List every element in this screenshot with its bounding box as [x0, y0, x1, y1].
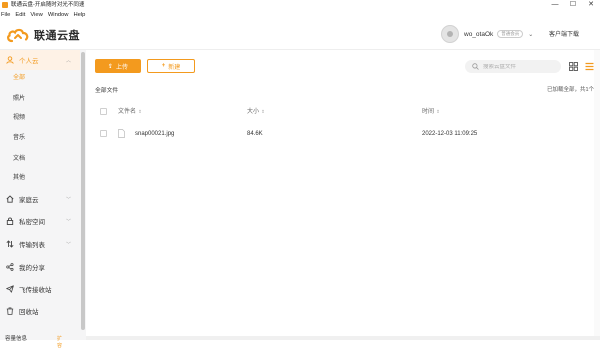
chevron-down-icon[interactable]: ﹀ [66, 218, 71, 225]
sidebar-item-label: 传输列表 [19, 242, 45, 249]
sidebar-item-label: 飞传接收站 [19, 287, 52, 294]
sort-icon: ⇕ [261, 109, 265, 114]
person-icon [5, 55, 15, 65]
brand-name: 联通云盘 [34, 30, 80, 42]
column-header-label: 时间 [422, 109, 435, 115]
sidebar-subitem-other[interactable]: 其他 [13, 173, 25, 183]
vip-badge: 普通会员 [497, 30, 524, 38]
app-icon [2, 2, 8, 8]
column-header-label: 大小 [247, 109, 260, 115]
menu-help[interactable]: Help [73, 10, 85, 20]
upload-button[interactable]: ⇪ 上传 [95, 59, 141, 73]
grid-view-icon[interactable] [569, 62, 578, 71]
home-icon [5, 194, 15, 204]
sidebar-item-fly-transfer[interactable]: 飞传接收站 [0, 279, 80, 299]
cloud-logo-icon [7, 28, 29, 43]
chevron-up-icon[interactable]: ︿ [66, 57, 71, 64]
table-row[interactable]: snap00021.jpg 84.6K 2022-12-03 11:09:25 [90, 127, 600, 141]
trash-icon [5, 306, 15, 316]
quota-label: 容量信息 [5, 336, 28, 342]
plus-icon: + [161, 63, 166, 69]
table-header: 文件名 ⇕ 大小 ⇕ 时间 ⇕ [90, 105, 600, 119]
sidebar-item-recycle-bin[interactable]: 回收站 [0, 301, 80, 321]
main-scrollbar[interactable] [594, 50, 600, 336]
sort-icon: ⇕ [436, 109, 440, 114]
transfer-icon [5, 239, 15, 249]
image-file-icon [118, 129, 125, 138]
sidebar-item-my-shares[interactable]: 我的分享 [0, 257, 80, 277]
horizontal-scrollbar[interactable] [86, 336, 600, 340]
app-header: 联通云盘 wo_otaOk 普通会员 ⌄ 客户端下载 [0, 20, 600, 50]
minimize-button[interactable]: — [546, 0, 564, 10]
sidebar-item-label: 回收站 [19, 309, 39, 316]
select-all-checkbox[interactable] [100, 108, 107, 115]
file-size: 84.6K [247, 131, 263, 137]
sidebar-subitem-documents[interactable]: 文档 [13, 154, 25, 164]
sidebar-item-transfer-list[interactable]: 传输列表 ﹀ [0, 234, 80, 254]
sidebar-item-label: 个人云 [19, 58, 39, 65]
sidebar-item-label: 私密空间 [19, 219, 45, 226]
column-header-size[interactable]: 大小 ⇕ [247, 105, 265, 119]
share-icon [5, 262, 15, 272]
loaded-status: 已加载全部，共1个 [546, 87, 594, 93]
column-header-name[interactable]: 文件名 ⇕ [118, 105, 142, 119]
upload-button-label: 上传 [116, 64, 129, 71]
file-time: 2022-12-03 11:09:25 [422, 131, 478, 137]
sidebar-subitem-all[interactable]: 全部 [13, 73, 25, 83]
avatar[interactable] [441, 25, 459, 43]
app-logo[interactable]: 联通云盘 [6, 25, 80, 45]
file-name[interactable]: snap00021.jpg [135, 127, 174, 141]
sidebar-subitem-photos[interactable]: 照片 [13, 94, 25, 104]
menu-bar: File Edit View Window Help [0, 10, 600, 20]
menu-view[interactable]: View [30, 10, 42, 20]
new-button[interactable]: + 新建 [147, 59, 195, 73]
breadcrumb[interactable]: 全部文件 [95, 85, 118, 94]
upload-icon: ⇪ [107, 63, 113, 70]
sidebar-subitem-music[interactable]: 音乐 [13, 133, 25, 143]
row-checkbox[interactable] [100, 130, 107, 137]
search-icon [472, 63, 479, 70]
expand-storage-link[interactable]: 扩容 [57, 335, 62, 349]
username[interactable]: wo_otaOk [464, 31, 493, 38]
column-header-label: 文件名 [118, 109, 137, 115]
close-button[interactable]: ✕ [582, 0, 600, 10]
window-titlebar: 联通云盘-开启随时对光不同速 — ☐ ✕ [0, 0, 600, 10]
sidebar-item-personal-cloud[interactable]: 个人云 ︿ [0, 50, 80, 70]
main-content: ⇪ 上传 + 新建 全部文件 已加载全部，共1个 文件名⇕ 大小⇕ 时间⇕ sn… [90, 50, 600, 340]
sidebar-item-family-cloud[interactable]: 家庭云 ﹀ [0, 189, 80, 209]
menu-window[interactable]: Window [48, 10, 69, 20]
column-header-time[interactable]: 时间 ⇕ [422, 105, 440, 119]
storage-quota: 容量信息 扩容 [5, 334, 62, 349]
list-view-icon[interactable] [585, 62, 594, 71]
search-input[interactable] [483, 63, 559, 70]
maximize-button[interactable]: ☐ [564, 0, 582, 10]
lock-icon [5, 216, 15, 226]
new-button-label: 新建 [168, 64, 181, 71]
sidebar-item-label: 我的分享 [19, 265, 45, 272]
client-download-link[interactable]: 客户端下载 [549, 29, 579, 38]
menu-file[interactable]: File [1, 10, 10, 20]
menu-edit[interactable]: Edit [15, 10, 25, 20]
search-box[interactable] [465, 60, 561, 73]
user-menu[interactable]: wo_otaOk 普通会员 ⌄ [441, 24, 533, 44]
sidebar-scrollbar[interactable] [81, 52, 85, 330]
sort-icon: ⇕ [138, 109, 142, 114]
window-title: 联通云盘-开启随时对光不同速 [11, 2, 85, 8]
sidebar-subitem-videos[interactable]: 视频 [13, 113, 25, 123]
sidebar-item-label: 家庭云 [19, 197, 39, 204]
chevron-down-icon[interactable]: ﹀ [66, 241, 71, 248]
chevron-down-icon[interactable]: ﹀ [66, 196, 71, 203]
sidebar-item-private-space[interactable]: 私密空间 ﹀ [0, 211, 80, 231]
paper-plane-icon [5, 284, 15, 294]
chevron-down-icon[interactable]: ⌄ [528, 31, 533, 38]
